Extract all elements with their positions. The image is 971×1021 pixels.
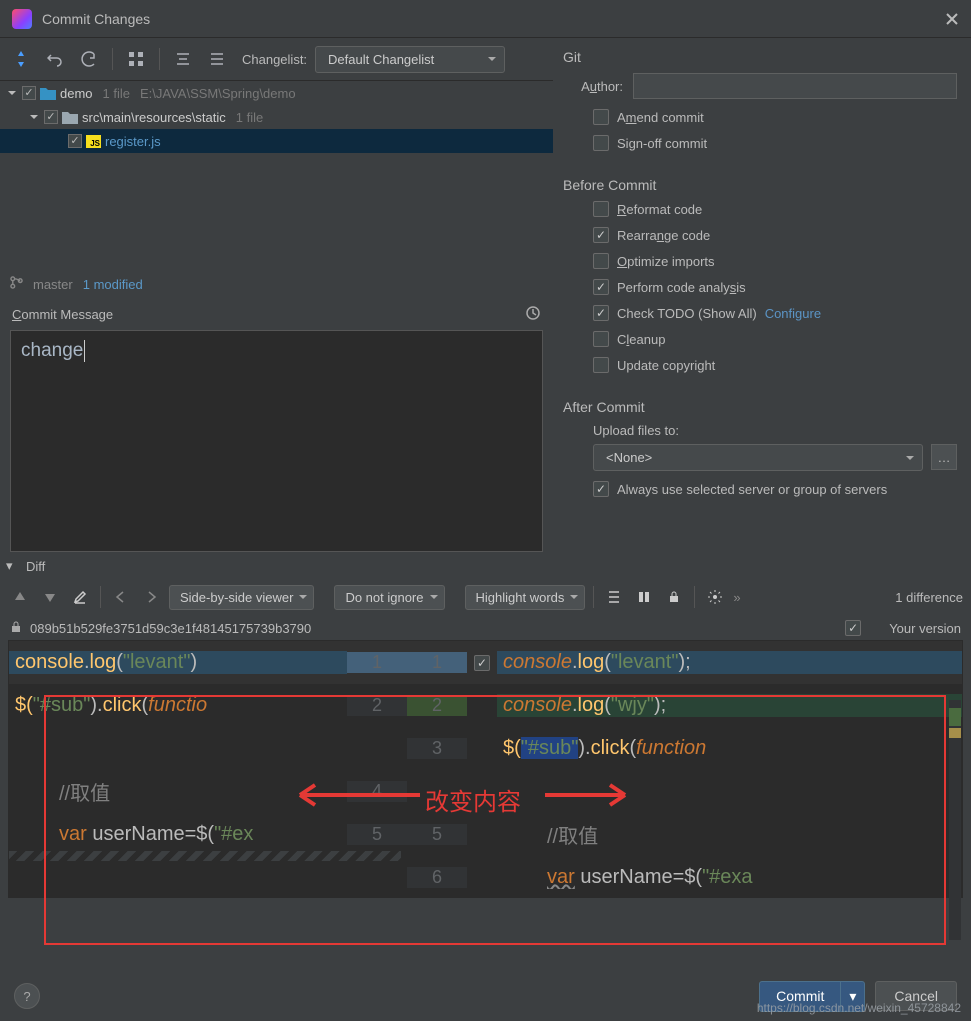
commit-message-label: Commit Message	[12, 307, 113, 322]
commit-message-input[interactable]: change	[10, 330, 543, 552]
edit-icon[interactable]	[68, 585, 92, 609]
tree-folder[interactable]: src\main\resources\static 1 file	[0, 105, 553, 129]
tree-label: demo	[60, 86, 93, 101]
titlebar: Commit Changes	[0, 0, 971, 38]
js-file-icon: JS	[86, 135, 101, 148]
diff-pane[interactable]: console.log("levant") 1 1 console.log("l…	[8, 640, 963, 898]
file-tree[interactable]: demo 1 file E:\JAVA\SSM\Spring\demo src\…	[0, 80, 553, 270]
author-input[interactable]	[633, 73, 957, 99]
folder-icon	[62, 110, 78, 124]
checkbox[interactable]	[44, 110, 58, 124]
your-version-label: Your version	[889, 621, 961, 636]
tree-root[interactable]: demo 1 file E:\JAVA\SSM\Spring\demo	[0, 81, 553, 105]
highlight-dropdown[interactable]: Highlight words	[465, 585, 586, 610]
line-checkbox[interactable]	[474, 655, 490, 671]
show-diff-icon[interactable]	[8, 46, 34, 72]
chevron-down-icon[interactable]	[6, 87, 18, 99]
ignore-dropdown[interactable]: Do not ignore	[334, 585, 444, 610]
prev-diff-icon[interactable]	[8, 585, 32, 609]
rearrange-checkbox[interactable]: Rearrange code	[593, 227, 957, 243]
more-icon[interactable]: »	[733, 590, 740, 605]
before-commit-title: Before Commit	[563, 177, 957, 193]
cleanup-checkbox[interactable]: Cleanup	[593, 331, 957, 347]
checkbox[interactable]	[68, 134, 82, 148]
tree-file[interactable]: JS register.js	[0, 129, 553, 153]
chevron-down-icon[interactable]	[28, 111, 40, 123]
group-icon[interactable]	[123, 46, 149, 72]
sync-scroll-icon[interactable]	[632, 585, 656, 609]
tree-label: register.js	[105, 134, 161, 149]
diff-count: 1 difference	[895, 590, 963, 605]
upload-more-button[interactable]: …	[931, 444, 957, 470]
watermark: https://blog.csdn.net/weixin_45728842	[757, 1001, 961, 1015]
upload-label: Upload files to:	[593, 423, 957, 438]
optimize-checkbox[interactable]: Optimize imports	[593, 253, 957, 269]
collapse-unchanged-icon[interactable]	[602, 585, 626, 609]
collapse-icon[interactable]	[204, 46, 230, 72]
forward-icon[interactable]	[139, 585, 163, 609]
expand-icon[interactable]	[170, 46, 196, 72]
upload-dropdown[interactable]: <None>	[593, 444, 923, 471]
close-icon[interactable]	[945, 12, 959, 26]
refresh-icon[interactable]	[76, 46, 102, 72]
analysis-checkbox[interactable]: Perform code analysis	[593, 279, 957, 295]
chevron-down-icon[interactable]: ▾	[6, 558, 20, 574]
copyright-checkbox[interactable]: Update copyright	[593, 357, 957, 373]
undo-icon[interactable]	[42, 46, 68, 72]
tree-label: src\main\resources\static	[82, 110, 226, 125]
configure-link[interactable]: Configure	[765, 306, 821, 321]
modified-count[interactable]: 1 modified	[83, 277, 143, 292]
history-icon[interactable]	[525, 305, 541, 324]
always-server-checkbox[interactable]: Always use selected server or group of s…	[593, 481, 957, 497]
git-section-title: Git	[563, 49, 957, 65]
settings-icon[interactable]	[703, 585, 727, 609]
todo-checkbox[interactable]: Check TODO (Show All) Configure	[593, 305, 957, 321]
app-icon	[12, 9, 32, 29]
diff-title: Diff	[26, 559, 45, 574]
commit-toolbar: Changelist: Default Changelist	[0, 38, 553, 80]
revision-hash: 089b51b529fe3751d59c3e1f48145175739b3790	[30, 621, 311, 636]
reformat-checkbox[interactable]: Reformat code	[593, 201, 957, 217]
branch-icon	[10, 276, 23, 292]
next-diff-icon[interactable]	[38, 585, 62, 609]
annotation-text: 改变内容	[425, 782, 521, 817]
diff-toolbar: Side-by-side viewer Do not ignore Highli…	[0, 578, 971, 616]
viewer-dropdown[interactable]: Side-by-side viewer	[169, 585, 314, 610]
back-icon[interactable]	[109, 585, 133, 609]
minimap[interactable]	[949, 700, 961, 940]
diff-header[interactable]: ▾ Diff	[0, 552, 971, 578]
changelist-label: Changelist:	[242, 52, 307, 67]
commit-message-header: Commit Message	[0, 298, 553, 330]
branch-name: master	[33, 277, 73, 292]
signoff-checkbox[interactable]: Sign-off commit	[593, 135, 957, 151]
folder-icon	[40, 86, 56, 100]
lock-icon	[10, 621, 22, 636]
checkbox[interactable]	[845, 620, 861, 636]
lock-icon[interactable]	[662, 585, 686, 609]
amend-checkbox[interactable]: Amend commit	[593, 109, 957, 125]
branch-row: master 1 modified	[0, 270, 553, 298]
window-title: Commit Changes	[42, 11, 945, 27]
checkbox[interactable]	[22, 86, 36, 100]
help-button[interactable]: ?	[14, 983, 40, 1009]
after-commit-title: After Commit	[563, 399, 957, 415]
changelist-dropdown[interactable]: Default Changelist	[315, 46, 505, 73]
author-label: Author:	[563, 79, 623, 94]
diff-revision-row: 089b51b529fe3751d59c3e1f48145175739b3790…	[0, 616, 971, 640]
